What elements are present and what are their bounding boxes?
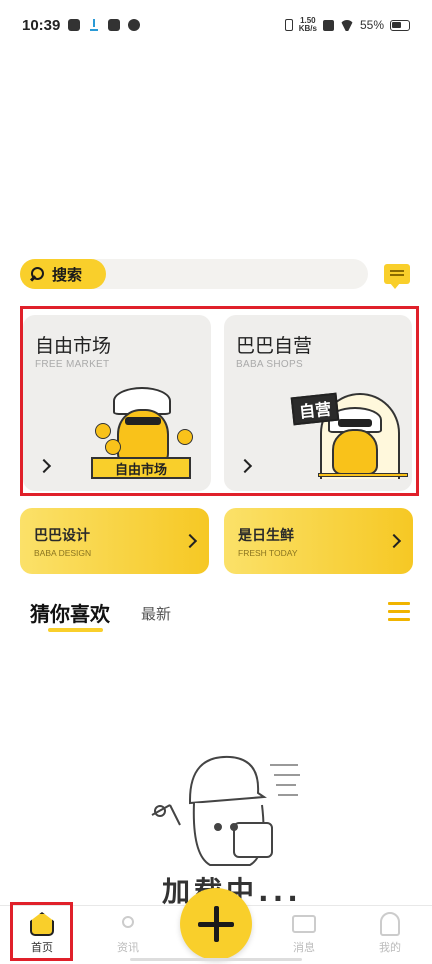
card-title: 是日生鲜	[238, 528, 294, 544]
battery-icon	[390, 19, 410, 31]
network-speed: 1.50 KB/s	[299, 17, 317, 33]
chevron-right-icon	[386, 533, 402, 549]
notification-icon	[68, 19, 81, 31]
search-row: 搜索	[20, 258, 414, 290]
download-icon	[88, 18, 100, 32]
baba-design-card[interactable]: 巴巴设计 BABA DESIGN	[20, 508, 209, 574]
tab-latest[interactable]: 最新	[141, 603, 171, 624]
profile-icon	[380, 912, 400, 936]
nav-messages[interactable]: 消息	[274, 912, 334, 955]
mail-icon	[108, 19, 121, 31]
nav-label: 我的	[379, 941, 401, 954]
tab-guess-you-like[interactable]: 猜你喜欢	[30, 598, 110, 627]
status-right: 1.50 KB/s 55%	[284, 17, 410, 33]
chat-icon[interactable]	[384, 264, 410, 289]
plus-icon[interactable]	[180, 888, 252, 960]
shop-mascot-illustration: 自营	[290, 389, 410, 489]
sign-text: 自营	[298, 399, 333, 422]
market-sign: 自由市场	[91, 457, 191, 479]
nav-label: 消息	[293, 941, 315, 954]
clock: 10:39	[22, 16, 61, 34]
radio-icon	[122, 916, 134, 928]
battery-percent: 55%	[359, 18, 384, 32]
wifi-icon	[340, 20, 354, 31]
nav-profile[interactable]: 我的	[360, 912, 420, 955]
chevron-right-icon	[36, 458, 52, 474]
home-highlight-frame	[10, 902, 73, 961]
nav-label: 资讯	[117, 941, 139, 954]
loading-mascot-illustration	[151, 755, 300, 866]
card-subtitle: FRESH TODAY	[238, 548, 298, 558]
card-title: 巴巴自营	[236, 335, 313, 357]
free-market-card[interactable]: 自由市场 FREE MARKET 自由市场	[23, 315, 211, 491]
baba-shops-card[interactable]: 巴巴自营 BABA SHOPS 自营	[224, 315, 412, 491]
chevron-right-icon	[237, 458, 253, 474]
card-subtitle: BABA DESIGN	[34, 548, 92, 558]
tab-underline	[48, 628, 103, 632]
search-input[interactable]: 搜索	[20, 259, 368, 289]
chevron-right-icon	[182, 533, 198, 549]
menu-icon[interactable]	[388, 601, 410, 621]
app-icon	[128, 19, 141, 31]
card-subtitle: FREE MARKET	[35, 359, 110, 370]
sim-icon	[322, 19, 334, 31]
fresh-today-card[interactable]: 是日生鲜 FRESH TODAY	[224, 508, 413, 574]
status-left: 10:39	[22, 16, 141, 34]
card-title: 自由市场	[35, 335, 112, 357]
self-operated-sign: 自营	[290, 392, 340, 426]
search-icon	[30, 266, 46, 282]
status-bar: 10:39 1.50 KB/s 55%	[0, 0, 432, 50]
card-title: 巴巴设计	[34, 528, 90, 544]
market-mascot-illustration: 自由市场	[83, 385, 211, 491]
card-subtitle: BABA SHOPS	[236, 359, 303, 370]
nav-news[interactable]: 资讯	[98, 912, 158, 955]
search-button[interactable]: 搜索	[20, 259, 106, 289]
speed-unit: KB/s	[298, 24, 317, 33]
message-icon	[292, 915, 316, 933]
vibrate-icon	[284, 19, 293, 31]
search-label: 搜索	[52, 265, 83, 284]
home-indicator	[130, 958, 302, 961]
